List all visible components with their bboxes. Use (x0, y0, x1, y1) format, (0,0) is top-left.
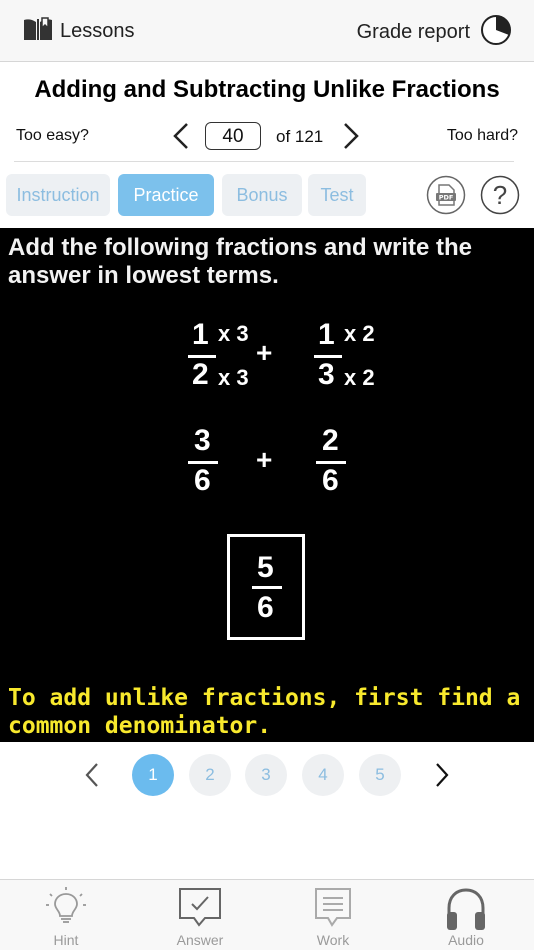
hint-label: Hint (53, 932, 79, 948)
top-bar: Lessons Grade report (0, 0, 534, 62)
answer-label: Answer (176, 932, 224, 948)
hint-button[interactable]: Hint (16, 880, 116, 950)
next-step-chevron-icon[interactable] (432, 761, 452, 794)
step2-b-denominator: 6 (322, 464, 339, 497)
help-icon: ? (480, 175, 520, 215)
problem-total: of 121 (276, 127, 324, 146)
help-button[interactable]: ? (480, 175, 520, 220)
page-dot-1[interactable]: 1 (132, 754, 174, 796)
tab-instruction[interactable]: Instruction (6, 174, 110, 216)
svg-text:PDF: PDF (439, 194, 454, 202)
tab-practice[interactable]: Practice (118, 174, 214, 216)
page-dot-3[interactable]: 3 (245, 754, 287, 796)
step1-operator: + (256, 337, 273, 368)
step1-b-den-multiplier: x 2 (344, 365, 375, 390)
speech-bubble-check-icon (177, 886, 223, 933)
step1-a-denominator: 2 (192, 358, 209, 391)
problem-board: Add the following fractions and write th… (0, 228, 534, 742)
lessons-button[interactable]: Lessons (22, 16, 135, 47)
step1-a-numerator: 1 (192, 318, 209, 351)
tab-bonus[interactable]: Bonus (222, 174, 302, 216)
answer-denominator: 6 (257, 591, 274, 624)
lesson-title: Adding and Subtracting Unlike Fractions (34, 76, 500, 103)
problem-number-field[interactable]: 40 (205, 122, 261, 150)
step1-b-num-multiplier: x 2 (344, 321, 375, 346)
work-label: Work (316, 932, 350, 948)
problem-instruction: Add the following fractions and write th… (8, 234, 473, 289)
grade-report-button[interactable]: Grade report (357, 14, 512, 51)
answer-numerator: 5 (257, 551, 274, 584)
pie-chart-icon (480, 14, 512, 51)
fraction-bar (252, 586, 282, 589)
speech-bubble-lines-icon (313, 886, 353, 933)
divider (14, 161, 514, 162)
step1-a-den-multiplier: x 3 (218, 365, 249, 390)
audio-label: Audio (448, 932, 484, 948)
too-easy-link[interactable]: Too easy? (16, 127, 89, 145)
next-problem-chevron-icon[interactable] (342, 122, 360, 155)
step1-b-denominator: 3 (318, 358, 335, 391)
answer-button[interactable]: Answer (150, 880, 250, 950)
previous-step-chevron-icon[interactable] (82, 761, 102, 794)
hint-text: To add unlike fractions, first find a co… (8, 685, 521, 739)
page-dot-5[interactable]: 5 (359, 754, 401, 796)
step2-a-numerator: 3 (194, 424, 211, 457)
previous-problem-chevron-icon[interactable] (172, 122, 190, 155)
svg-text:?: ? (493, 180, 507, 210)
headphones-icon (444, 886, 488, 937)
step2-a-denominator: 6 (194, 464, 211, 497)
page-dot-2[interactable]: 2 (189, 754, 231, 796)
step1-a-num-multiplier: x 3 (218, 321, 249, 346)
lightbulb-icon (44, 886, 88, 931)
pdf-button[interactable]: PDF (426, 175, 466, 220)
grade-report-label: Grade report (356, 21, 470, 43)
tab-test[interactable]: Test (308, 174, 366, 216)
bottom-toolbar: Hint Answer Work Audio (0, 879, 534, 950)
step2-operator: + (256, 444, 273, 475)
book-icon (22, 16, 54, 47)
page-dot-4[interactable]: 4 (302, 754, 344, 796)
step1-b-numerator: 1 (318, 318, 335, 351)
problem-navigation: Too easy? 40 of 121 Too hard? (0, 118, 534, 154)
answer-box: 5 6 (227, 534, 305, 640)
pdf-icon: PDF (426, 175, 466, 215)
audio-button[interactable]: Audio (416, 880, 516, 950)
lessons-label: Lessons (60, 20, 135, 42)
work-button[interactable]: Work (283, 880, 383, 950)
too-hard-link[interactable]: Too hard? (447, 127, 518, 145)
step2-b-numerator: 2 (322, 424, 339, 457)
